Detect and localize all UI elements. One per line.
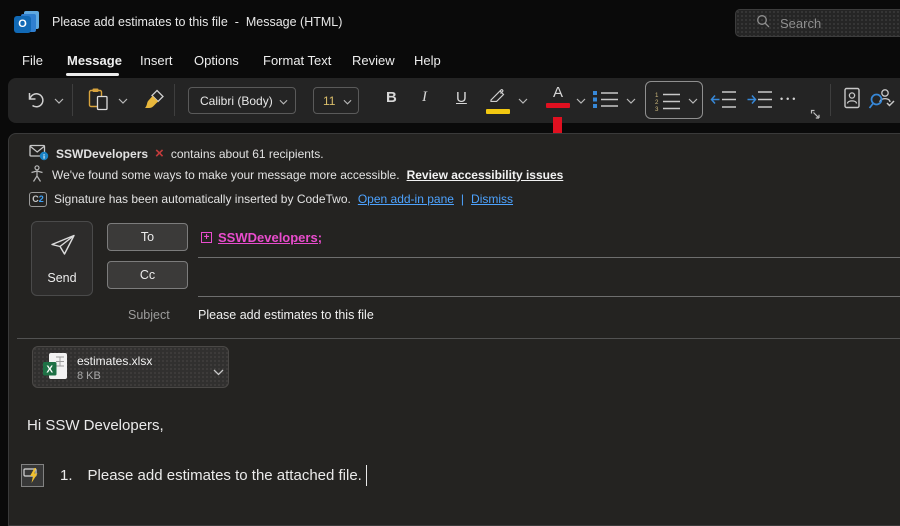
highlight-color-bar bbox=[486, 109, 510, 114]
undo-dropdown-chevron-icon[interactable] bbox=[54, 98, 64, 104]
outlook-compose-window: O Please add estimates to this file - Me… bbox=[0, 0, 900, 526]
numbered-list-icon: 1 2 3 bbox=[654, 91, 682, 116]
attachment-chevron-icon[interactable] bbox=[213, 363, 224, 381]
paste-button[interactable] bbox=[88, 87, 109, 117]
ribbon-separator bbox=[72, 84, 73, 116]
subject-divider bbox=[17, 338, 900, 339]
paste-dropdown-chevron-icon[interactable] bbox=[118, 98, 128, 104]
red-marker-artifact bbox=[553, 117, 562, 133]
format-painter-icon[interactable] bbox=[143, 89, 167, 116]
more-options-button[interactable]: ••• bbox=[780, 94, 798, 104]
svg-text:X: X bbox=[46, 364, 53, 375]
ribbon-toolbar: Calibri (Body) 11 B I U A bbox=[8, 78, 900, 123]
autocorrect-options-icon[interactable] bbox=[21, 464, 44, 487]
font-size-chevron-icon bbox=[343, 92, 352, 110]
font-size-select[interactable]: 11 bbox=[313, 87, 359, 114]
cc-button[interactable]: Cc bbox=[107, 261, 188, 289]
codetwo-2: 2 bbox=[39, 194, 44, 204]
attachment-filesize: 8 KB bbox=[77, 370, 101, 382]
to-label: To bbox=[141, 230, 154, 244]
recipient-count-notice: i SSWDevelopers × contains about 61 reci… bbox=[29, 145, 324, 163]
ribbon-separator bbox=[830, 84, 831, 116]
svg-text:3: 3 bbox=[655, 106, 659, 111]
bullets-chevron-icon[interactable] bbox=[626, 98, 636, 104]
font-name-chevron-icon bbox=[279, 92, 288, 110]
tab-options[interactable]: Options bbox=[194, 45, 239, 77]
italic-button[interactable]: I bbox=[422, 89, 427, 106]
list-number: 1. bbox=[60, 467, 73, 484]
font-color-chevron-icon[interactable] bbox=[576, 98, 586, 104]
to-field[interactable]: + SSWDevelopers; bbox=[201, 230, 322, 245]
review-accessibility-link[interactable]: Review accessibility issues bbox=[407, 168, 564, 182]
accessibility-text: We've found some ways to make your messa… bbox=[52, 168, 400, 182]
body-greeting: Hi SSW Developers, bbox=[27, 417, 164, 434]
subject-field[interactable]: Please add estimates to this file bbox=[198, 308, 374, 322]
recipient-chip[interactable]: SSWDevelopers; bbox=[218, 230, 322, 245]
svg-text:2: 2 bbox=[655, 99, 659, 106]
font-color-bar bbox=[546, 103, 570, 108]
cc-field-divider bbox=[198, 296, 900, 297]
expand-group-icon[interactable]: + bbox=[201, 232, 212, 243]
dismiss-link[interactable]: Dismiss bbox=[471, 192, 513, 206]
excel-file-icon: X bbox=[42, 352, 69, 388]
open-addin-pane-link[interactable]: Open add-in pane bbox=[358, 192, 454, 206]
active-tab-underline bbox=[66, 73, 119, 76]
text-cursor bbox=[366, 465, 368, 486]
font-size-value: 11 bbox=[323, 94, 335, 108]
to-button[interactable]: To bbox=[107, 223, 188, 251]
title-bar: O Please add estimates to this file - Me… bbox=[0, 0, 900, 45]
list-text: Please add estimates to the attached fil… bbox=[88, 467, 362, 484]
message-pane: i SSWDevelopers × contains about 61 reci… bbox=[8, 133, 900, 526]
send-plane-icon bbox=[48, 232, 78, 263]
highlight-color-button[interactable] bbox=[486, 85, 510, 114]
numbered-list-button-selected[interactable]: 1 2 3 bbox=[645, 81, 703, 119]
check-names-icon[interactable] bbox=[868, 88, 898, 115]
address-book-icon[interactable] bbox=[842, 87, 861, 115]
attachment-card[interactable]: X estimates.xlsx 8 KB bbox=[32, 346, 229, 388]
subject-label: Subject bbox=[128, 308, 170, 322]
svg-text:i: i bbox=[43, 154, 45, 161]
highlight-chevron-icon[interactable] bbox=[518, 98, 528, 104]
accessibility-notice: We've found some ways to make your messa… bbox=[29, 166, 563, 184]
tab-review[interactable]: Review bbox=[352, 45, 395, 77]
link-separator: | bbox=[461, 192, 464, 206]
outlook-app-icon: O bbox=[14, 11, 42, 35]
tab-insert[interactable]: Insert bbox=[140, 45, 173, 77]
remove-recipient-icon[interactable]: × bbox=[155, 148, 164, 160]
font-name-select[interactable]: Calibri (Body) bbox=[188, 87, 296, 114]
search-input[interactable]: Search bbox=[735, 9, 900, 37]
dialog-launcher-icon[interactable] bbox=[810, 107, 821, 125]
window-title: Please add estimates to this file - Mess… bbox=[52, 0, 342, 45]
body-list-item[interactable]: 1. Please add estimates to the attached … bbox=[21, 464, 367, 487]
send-button[interactable]: Send bbox=[31, 221, 93, 296]
search-icon bbox=[756, 14, 770, 33]
numbered-list-chevron-icon[interactable] bbox=[688, 98, 698, 104]
recipient-count-text: contains about 61 recipients. bbox=[171, 147, 324, 161]
tab-format-text[interactable]: Format Text bbox=[263, 45, 331, 77]
distribution-list-icon: i bbox=[29, 144, 49, 164]
font-name-value: Calibri (Body) bbox=[200, 94, 273, 108]
increase-indent-button[interactable] bbox=[746, 90, 774, 114]
tab-file[interactable]: File bbox=[22, 45, 43, 77]
recipient-group-name: SSWDevelopers bbox=[56, 147, 148, 161]
cc-label: Cc bbox=[140, 268, 155, 282]
font-color-letter: A bbox=[553, 84, 563, 101]
svg-text:1: 1 bbox=[655, 92, 659, 99]
signature-notice: C2 Signature has been automatically inse… bbox=[29, 190, 513, 208]
ribbon-separator bbox=[174, 84, 175, 116]
attachment-filename: estimates.xlsx bbox=[77, 354, 152, 368]
decrease-indent-button[interactable] bbox=[710, 90, 738, 114]
undo-button[interactable] bbox=[25, 89, 47, 115]
signature-text: Signature has been automatically inserte… bbox=[54, 192, 351, 206]
codetwo-icon: C2 bbox=[29, 192, 47, 207]
bullets-button[interactable] bbox=[592, 90, 620, 114]
accessibility-icon bbox=[29, 165, 45, 186]
search-placeholder: Search bbox=[780, 16, 821, 31]
bold-button[interactable]: B bbox=[386, 89, 397, 106]
font-color-button[interactable]: A bbox=[546, 84, 570, 108]
underline-button[interactable]: U bbox=[456, 89, 467, 106]
tab-help[interactable]: Help bbox=[414, 45, 441, 77]
send-label: Send bbox=[32, 271, 92, 285]
to-field-divider bbox=[198, 257, 900, 258]
